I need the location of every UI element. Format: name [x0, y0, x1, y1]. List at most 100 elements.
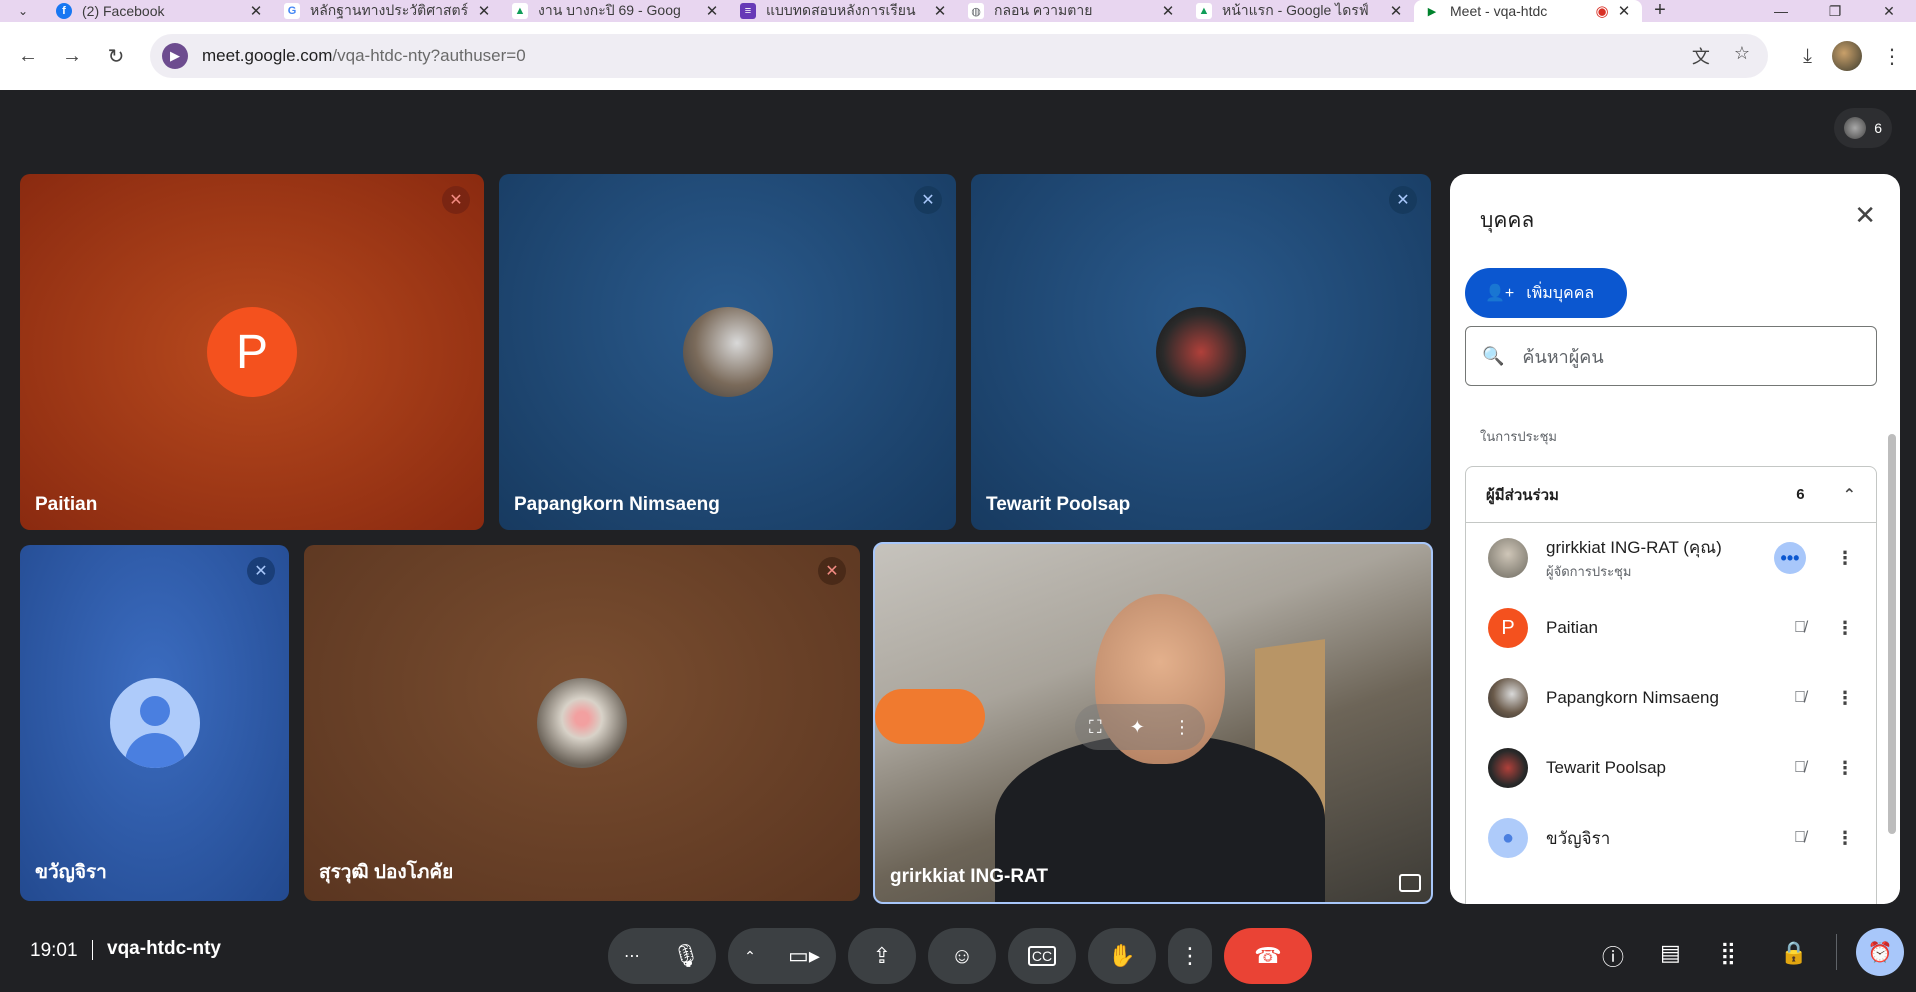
participant-row[interactable]: P Paitian 🎙̸ ⋮	[1466, 593, 1876, 663]
close-icon[interactable]: ✕	[248, 2, 264, 20]
framing-icon[interactable]: ⛶	[1089, 717, 1102, 738]
reactions-button[interactable]: ☺	[928, 928, 996, 984]
recording-icon: ◉	[1595, 3, 1609, 20]
browser-tab-meet[interactable]: ▶ Meet - vqa-htdc ◉ ✕	[1414, 0, 1642, 22]
participant-row[interactable]: Papangkorn Nimsaeng 🎙̸ ⋮	[1466, 663, 1876, 733]
more-options-icon[interactable]: ⋮	[1836, 758, 1854, 779]
browser-tab-google-search[interactable]: G หลักฐานทางประวัติศาสตร์ ✕	[274, 0, 502, 22]
drive-icon: ▲	[1196, 3, 1212, 19]
close-icon[interactable]: ✕	[1160, 2, 1176, 20]
avatar	[537, 678, 627, 768]
tab-title: แบบทดสอบหลังการเรียน	[766, 2, 916, 18]
more-options-icon[interactable]: ⋮	[1836, 688, 1854, 709]
close-icon[interactable]: ✕	[1616, 2, 1632, 20]
forward-arrow-icon[interactable]: →	[50, 45, 94, 68]
present-screen-button[interactable]: ⇪	[848, 928, 916, 984]
bookmark-star-icon[interactable]: ☆	[1734, 43, 1750, 69]
participants-group-header[interactable]: ผู้มีส่วนร่วม 6 ⌃	[1466, 467, 1876, 523]
meet-stage: 6 P ✕ Paitian ✕ Papangkorn Nimsaeng ✕ Te…	[0, 90, 1916, 992]
mic-off-icon: ✕	[818, 557, 846, 585]
more-options-button[interactable]: ⋮	[1168, 928, 1212, 984]
raise-hand-button[interactable]: ✋	[1088, 928, 1156, 984]
browser-tab-poem[interactable]: ◍ กลอน ความตาย ✕	[958, 0, 1186, 22]
download-icon[interactable]: ⤓	[1803, 45, 1812, 68]
participant-row[interactable]: ● ขวัญจิรา 🎙̸ ⋮	[1466, 803, 1876, 873]
video-tile-surawut[interactable]: ✕ สุรวุฒิ ปองโภคัย	[304, 545, 860, 901]
effects-icon[interactable]: ✦	[1130, 717, 1145, 738]
avatar	[1488, 678, 1528, 718]
people-panel: บุคคล ✕ 👤+ เพิ่มบุคคล 🔍 ค้นหาผู้คน ในการ…	[1450, 174, 1900, 904]
host-controls-lock-icon[interactable]: 🔒	[1780, 940, 1807, 966]
tile-name: สุรวุฒิ ปองโภคัย	[319, 862, 454, 883]
close-icon[interactable]: ✕	[932, 2, 948, 20]
close-icon[interactable]: ✕	[476, 2, 492, 20]
video-options-button[interactable]: ⌃ ▭▸	[728, 928, 836, 984]
video-tile-papangkorn[interactable]: ✕ Papangkorn Nimsaeng	[499, 174, 956, 530]
picture-in-picture-icon[interactable]	[1399, 874, 1421, 892]
browser-tab-drive-1[interactable]: ▲ งาน บางกะปิ 69 - Goog ✕	[502, 0, 730, 22]
avatar	[1488, 748, 1528, 788]
close-panel-icon[interactable]: ✕	[1854, 200, 1876, 231]
minimize-icon[interactable]: —	[1754, 0, 1808, 22]
chat-icon[interactable]: ▤	[1660, 940, 1681, 966]
tab-search-chevron-icon[interactable]: ⌄	[0, 0, 46, 22]
audio-options-button[interactable]: ⋯ 🎙	[608, 928, 716, 984]
video-tile-tewarit[interactable]: ✕ Tewarit Poolsap	[971, 174, 1431, 530]
mic-off-icon[interactable]: 🎙̸	[1794, 619, 1806, 637]
mic-off-icon: ✕	[247, 557, 275, 585]
more-options-icon[interactable]: ⋮	[1836, 618, 1854, 639]
timer-clock-icon[interactable]: ⏰	[1856, 928, 1904, 976]
more-options-icon[interactable]: ⋮	[1836, 548, 1854, 569]
captions-button[interactable]: CC	[1008, 928, 1076, 984]
chevron-up-icon[interactable]: ⌃	[1843, 485, 1856, 505]
panel-scrollbar[interactable]	[1888, 434, 1896, 834]
mic-off-icon: ✕	[1389, 186, 1417, 214]
meeting-info-icon[interactable]: ⓘ	[1602, 940, 1624, 972]
tab-title: งาน บางกะปิ 69 - Goog	[538, 2, 681, 18]
control-bar: 19:01 vqa-htdc-nty ⋯ 🎙 ⌃ ▭▸ ⇪ ☺ CC ✋ ⋮ ☎…	[0, 908, 1916, 992]
browser-tab-facebook[interactable]: f (2) Facebook ✕	[46, 0, 274, 22]
avatar-letter: P	[207, 307, 297, 397]
tile-name: ขวัญจิรา	[35, 862, 107, 883]
close-window-icon[interactable]: ✕	[1862, 0, 1916, 22]
camera-icon: ▭▸	[788, 943, 820, 968]
site-info-icon[interactable]: ▶	[162, 43, 188, 69]
menu-kebab-icon[interactable]: ⋮	[1882, 44, 1902, 69]
mic-off-icon[interactable]: 🎙̸	[1794, 759, 1806, 777]
mic-off-icon: ✕	[442, 186, 470, 214]
close-icon[interactable]: ✕	[1388, 2, 1404, 20]
speaking-indicator-icon: •••	[1774, 542, 1806, 574]
participant-row[interactable]: Tewarit Poolsap 🎙̸ ⋮	[1466, 733, 1876, 803]
meet-icon: ▶	[1424, 3, 1440, 19]
browser-toolbar: ← → ↻ ▶ meet.google.com/vqa-htdc-nty?aut…	[0, 22, 1916, 90]
participant-row[interactable]: grirkkiat ING-RAT (คุณ) ผู้จัดการประชุม …	[1466, 523, 1876, 593]
drive-icon: ▲	[512, 3, 528, 19]
search-people-input[interactable]: 🔍 ค้นหาผู้คน	[1465, 326, 1877, 386]
back-arrow-icon[interactable]: ←	[6, 45, 50, 68]
new-tab-plus-icon[interactable]: +	[1642, 0, 1678, 22]
profile-avatar[interactable]	[1832, 41, 1862, 71]
participant-avatars-chip[interactable]: 6	[1834, 108, 1892, 148]
section-label: ในการประชุม	[1480, 429, 1557, 444]
video-tile-kwanjira[interactable]: ✕ ขวัญจิรา	[20, 545, 289, 901]
hang-up-icon: ☎	[1254, 943, 1282, 968]
leave-call-button[interactable]: ☎	[1224, 928, 1312, 984]
restore-icon[interactable]: ❐	[1808, 0, 1862, 22]
more-options-icon[interactable]: ⋮	[1836, 828, 1854, 849]
reload-icon[interactable]: ↻	[94, 44, 138, 69]
activities-icon[interactable]: ⣿	[1720, 940, 1736, 966]
mic-off-icon[interactable]: 🎙̸	[1794, 689, 1806, 707]
video-tile-self[interactable]: ⛶ ✦ ⋮ grirkkiat ING-RAT	[873, 542, 1433, 904]
mic-off-icon[interactable]: 🎙̸	[1794, 829, 1806, 847]
tile-more-icon[interactable]: ⋮	[1173, 717, 1191, 738]
address-bar[interactable]: ▶ meet.google.com/vqa-htdc-nty?authuser=…	[150, 34, 1768, 78]
translate-icon[interactable]: 文	[1692, 43, 1710, 69]
browser-tab-forms[interactable]: ≡ แบบทดสอบหลังการเรียน ✕	[730, 0, 958, 22]
close-icon[interactable]: ✕	[704, 2, 720, 20]
google-icon: G	[284, 3, 300, 19]
video-tile-paitian[interactable]: P ✕ Paitian	[20, 174, 484, 530]
group-label: ผู้มีส่วนร่วม	[1486, 486, 1559, 504]
facebook-icon: f	[56, 3, 72, 19]
browser-tab-drive-2[interactable]: ▲ หน้าแรก - Google ไดรฟ์ ✕	[1186, 0, 1414, 22]
add-people-button[interactable]: 👤+ เพิ่มบุคคล	[1465, 268, 1627, 318]
